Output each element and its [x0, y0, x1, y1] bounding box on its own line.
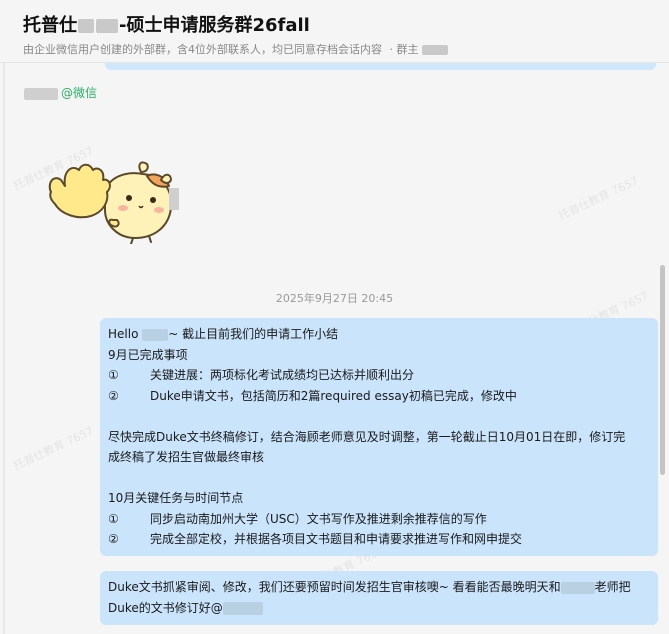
list-number: ①	[108, 511, 119, 526]
redacted-block	[422, 45, 448, 55]
list-item: ② 完成全部定校，并根据各项目文书题目和申请要求推进写作和网申提交	[108, 529, 650, 550]
message-line: 成终稿了发招生官做最终审核	[108, 450, 265, 464]
redacted-block	[24, 87, 58, 100]
redacted-block	[78, 19, 94, 33]
redacted-block	[560, 581, 595, 594]
chat-header: 托普仕 -硕士申请服务群26fall 由企业微信用户创建的外部群，含4位外部联系人…	[0, 0, 669, 63]
watermark: 托普仕教育 7657	[556, 174, 641, 223]
list-text: 完成全部定校，并根据各项目文书题目和申请要求推进写作和网申提交	[150, 532, 523, 546]
title-text-1: 托普仕	[23, 15, 77, 36]
list-item: ① 关键进展：两项标化考试成绩均已达标并顺利出分	[108, 365, 650, 386]
list-text: 同步启动南加州大学（USC）文书写作及推进剩余推荐信的写作	[150, 511, 487, 526]
sender-label[interactable]: @微信	[24, 84, 97, 101]
list-number: ②	[108, 532, 119, 546]
message-line: Hello ~ 截止目前我们的申请工作小结	[108, 324, 650, 345]
group-title[interactable]: 托普仕 -硕士申请服务群26fall	[23, 11, 310, 37]
redacted-block	[96, 19, 118, 33]
list-item: ② Duke申请文书，包括简历和2篇required essay初稿已完成，修改中	[108, 386, 650, 407]
message-text: Duke文书抓紧审阅、修改，我们还要预留时间发招生官审核噢~ 看看能否最晚明天和	[108, 580, 561, 594]
title-text-2: -硕士申请服务群26fall	[119, 15, 310, 36]
list-number: ②	[108, 388, 119, 403]
list-text: Duke申请文书，包括简历和2篇required essay初稿已完成，修改中	[150, 388, 517, 403]
message-bubble[interactable]: Duke文书抓紧审阅、修改，我们还要预留时间发招生官审核噢~ 看看能否最晚明天和…	[100, 571, 658, 625]
message-text: 老师把	[594, 580, 631, 594]
message-line: Duke的文书修订好@	[108, 598, 650, 619]
message-timestamp: 2025年9月27日 20:45	[275, 292, 394, 305]
wechat-badge: @微信	[61, 86, 98, 100]
group-description: 由企业微信用户创建的外部群，含4位外部联系人，均已同意存档会话内容	[23, 43, 382, 56]
section-title: 10月关键任务与时间节点	[108, 491, 244, 505]
section-title: 9月已完成事项	[108, 347, 188, 362]
redacted-block	[142, 328, 169, 341]
redacted-block	[222, 601, 263, 615]
list-item: ① 同步启动南加州大学（USC）文书写作及推进剩余推荐信的写作	[108, 509, 650, 530]
message-line: 尽快完成Duke文书终稿修订，结合海顾老师意见及时调整，第一轮截止日10月01日…	[108, 429, 626, 444]
message-text: Duke的文书修订好@	[108, 600, 223, 615]
panel-divider	[3, 60, 5, 634]
message-line: Duke文书抓紧审阅、修改，我们还要预留时间发招生官审核噢~ 看看能否最晚明天和…	[108, 577, 650, 598]
hamster-sticker[interactable]	[43, 158, 183, 244]
owner-label: · 群主	[389, 43, 419, 56]
watermark: 托普仕教育 7657	[11, 424, 96, 473]
greeting-text-2: ~ 截止目前我们的申请工作小结	[168, 327, 339, 341]
group-subtitle: 由企业微信用户创建的外部群，含4位外部联系人，均已同意存档会话内容 · 群主	[23, 41, 448, 57]
list-text: 关键进展：两项标化考试成绩均已达标并顺利出分	[150, 368, 415, 382]
greeting-text: Hello	[108, 327, 143, 341]
list-number: ①	[108, 368, 119, 382]
scrollbar-thumb[interactable]	[660, 265, 665, 475]
message-bubble[interactable]: Hello ~ 截止目前我们的申请工作小结 9月已完成事项 ① 关键进展：两项标化…	[100, 318, 658, 556]
